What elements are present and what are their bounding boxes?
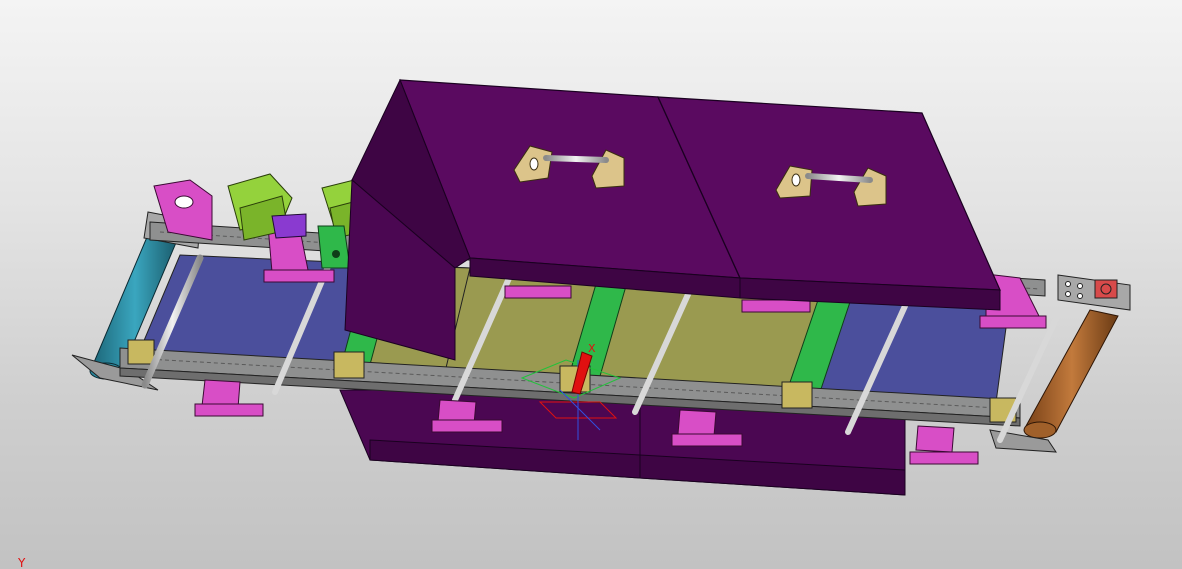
triad-axis-label: X	[588, 342, 596, 355]
corner-axis-label: Y	[18, 556, 26, 569]
cad-model-scene[interactable]: X	[0, 0, 1182, 569]
cad-viewport[interactable]: X Y	[0, 0, 1182, 569]
